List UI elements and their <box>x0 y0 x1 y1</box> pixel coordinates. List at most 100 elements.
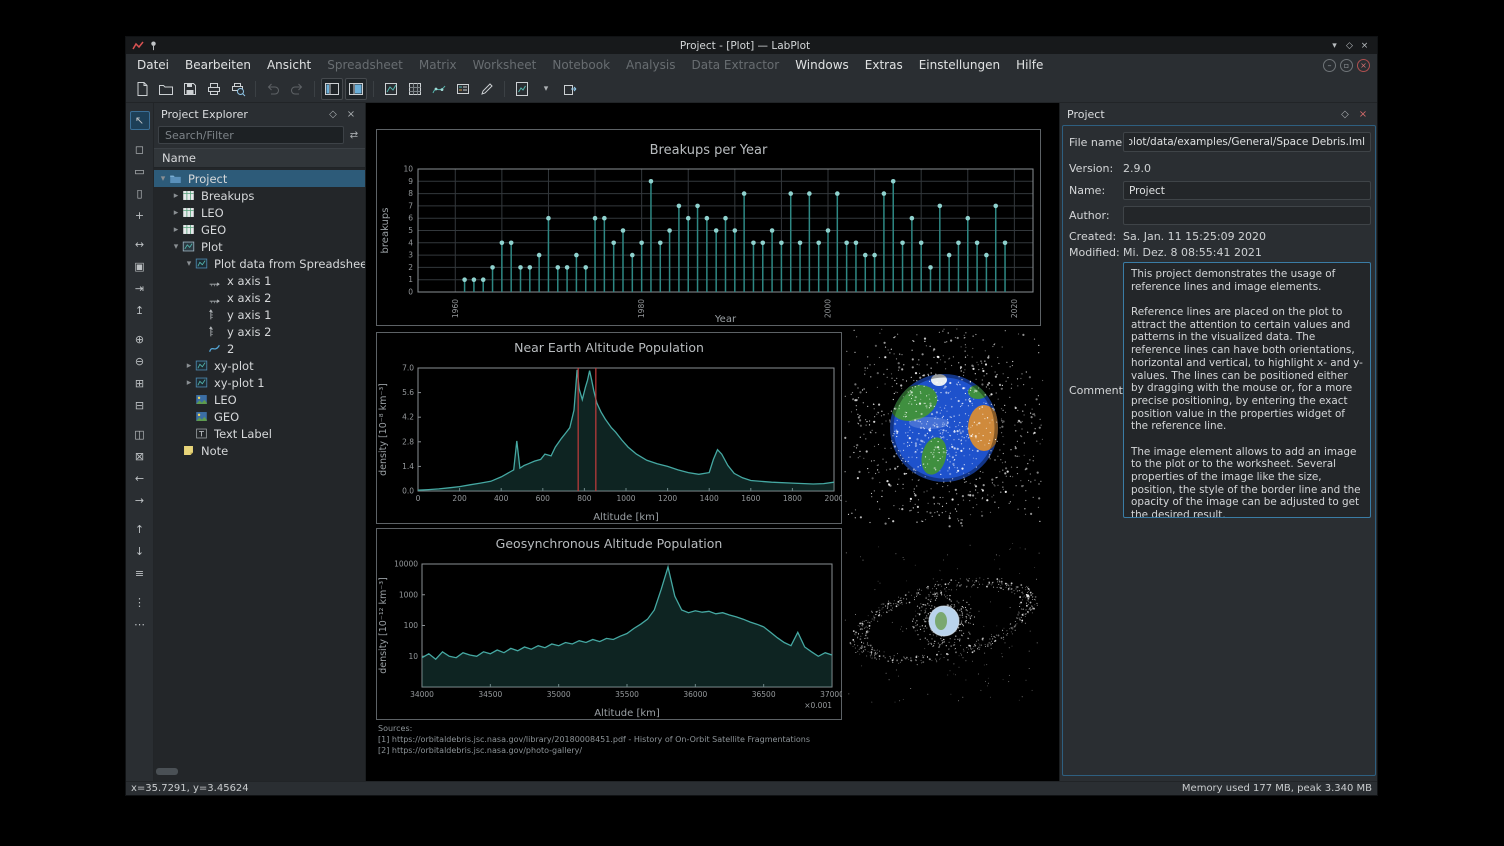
tool-zoom-out-icon[interactable]: ⊖ <box>130 352 150 371</box>
close-panel-icon[interactable]: × <box>344 107 358 121</box>
menu-item-hilfe[interactable]: Hilfe <box>1008 54 1051 76</box>
tree-item-leo[interactable]: ▸LEO <box>154 204 365 221</box>
tree-item-geo[interactable]: ▸GEO <box>154 221 365 238</box>
tool-crosshair-cursor-icon[interactable]: + <box>130 206 150 225</box>
tool-zoom-in-icon[interactable]: ⊕ <box>130 330 150 349</box>
tool-shift-up-y-icon[interactable]: ↑ <box>130 520 150 539</box>
tree-item-breakups[interactable]: ▸Breakups <box>154 187 365 204</box>
tool-shift-right-x-icon[interactable]: → <box>130 491 150 510</box>
tree-item-y-axis-1[interactable]: y axis 1 <box>154 306 365 323</box>
shade-window-icon[interactable]: ▾ <box>1327 39 1342 52</box>
comment-textarea[interactable]: This project demonstrates the usage of r… <box>1123 262 1371 518</box>
earth-geo-debris-image[interactable] <box>844 543 1044 703</box>
chart-near-earth-altitude[interactable]: Near Earth Altitude Population0200400600… <box>376 332 842 524</box>
mdi-minimize-icon[interactable]: – <box>1323 59 1336 72</box>
tool-dots-vertical-icon[interactable]: ⋮ <box>130 593 150 612</box>
tree-item-2[interactable]: 2 <box>154 340 365 357</box>
toolbar-add-cartesian-plot-icon[interactable] <box>380 78 402 100</box>
tree-item-xy-plot[interactable]: ▸xy-plot <box>154 357 365 374</box>
chart-geosynchronous-altitude[interactable]: Geosynchronous Altitude Population340003… <box>376 528 842 720</box>
earth-leo-debris-image[interactable] <box>844 328 1044 528</box>
float-panel-icon[interactable]: ◇ <box>326 107 340 121</box>
mdi-close-icon[interactable]: × <box>1357 59 1370 72</box>
tool-zoom-select-icon[interactable]: ◻ <box>130 140 150 159</box>
author-input[interactable] <box>1123 206 1371 225</box>
tool-zoom-out-y-icon[interactable]: ⊠ <box>130 447 150 466</box>
tree-item-y-axis-2[interactable]: y axis 2 <box>154 323 365 340</box>
scrollbar-thumb[interactable] <box>156 768 178 775</box>
tree-item-x-axis-1[interactable]: x axis 1 <box>154 272 365 289</box>
tool-shift-down-y-icon[interactable]: ↓ <box>130 542 150 561</box>
tree-item-plot[interactable]: ▾Plot <box>154 238 365 255</box>
tool-zoom-y-select-icon[interactable]: ▯ <box>130 184 150 203</box>
expander-open-icon[interactable]: ▾ <box>157 174 169 184</box>
worksheet-view[interactable]: Breakups per Year01234567891019601980200… <box>366 103 1059 781</box>
close-panel-icon[interactable]: × <box>1356 107 1370 121</box>
tree-item-x-axis-2[interactable]: x axis 2 <box>154 289 365 306</box>
toolbar-document-open-icon[interactable] <box>155 78 177 100</box>
tree-item-plot-data-from-spreadsheet[interactable]: ▾Plot data from Spreadsheet <box>154 255 365 272</box>
tree-item-leo[interactable]: LEO <box>154 391 365 408</box>
menu-item-extras[interactable]: Extras <box>857 54 911 76</box>
toolbar-view-split-left-icon[interactable] <box>321 78 343 100</box>
menu-item-datei[interactable]: Datei <box>129 54 177 76</box>
svg-text:4: 4 <box>408 238 413 247</box>
toolbar-draw-tool-icon[interactable] <box>476 78 498 100</box>
filter-options-icon[interactable]: ⇄ <box>347 128 361 142</box>
tool-zoom-x-select-icon[interactable]: ▭ <box>130 162 150 181</box>
toolbar-add-legend-icon[interactable] <box>452 78 474 100</box>
chart-breakups-per-year[interactable]: Breakups per Year01234567891019601980200… <box>376 129 1041 326</box>
tool-zoom-out-x-icon[interactable]: ⊟ <box>130 396 150 415</box>
tool-shift-left-x-icon[interactable]: ← <box>130 469 150 488</box>
tree-item-text-label[interactable]: Text Label <box>154 425 365 442</box>
toolbar-add-xy-curve-icon[interactable] <box>428 78 450 100</box>
mdi-restore-icon[interactable]: ▫ <box>1340 59 1353 72</box>
maximize-window-icon[interactable]: ◇ <box>1342 39 1357 52</box>
toolbar-document-save-icon[interactable] <box>179 78 201 100</box>
tree-column-header[interactable]: Name <box>154 148 365 168</box>
titlebar[interactable]: Project - [Plot] — LabPlot ▾ ◇ × <box>126 37 1377 54</box>
tool-layout-toggle-icon[interactable]: ≡ <box>130 564 150 583</box>
expander-closed-icon[interactable]: ▸ <box>170 225 182 235</box>
tree-item-xy-plot-1[interactable]: ▸xy-plot 1 <box>154 374 365 391</box>
tool-zoom-in-x-icon[interactable]: ⊞ <box>130 374 150 393</box>
toolbar-dropdown-arrow-icon[interactable]: ▾ <box>535 78 557 100</box>
expander-closed-icon[interactable]: ▸ <box>170 191 182 201</box>
menu-item-windows[interactable]: Windows <box>787 54 857 76</box>
svg-text:0: 0 <box>408 288 413 297</box>
tool-shift-horizontal-icon[interactable]: ↔ <box>130 235 150 254</box>
pin-icon[interactable] <box>147 40 160 52</box>
tree-item-project[interactable]: ▾Project <box>154 170 365 187</box>
expander-open-icon[interactable]: ▾ <box>183 259 195 269</box>
tree-item-note[interactable]: Note <box>154 442 365 459</box>
expander-closed-icon[interactable]: ▸ <box>170 208 182 218</box>
menu-item-ansicht[interactable]: Ansicht <box>259 54 319 76</box>
toolbar-print-preview-icon[interactable] <box>227 78 249 100</box>
tool-zoom-in-y-icon[interactable]: ◫ <box>130 425 150 444</box>
expander-closed-icon[interactable]: ▸ <box>183 361 195 371</box>
tool-select-icon[interactable]: ↖ <box>130 111 150 130</box>
expander-closed-icon[interactable]: ▸ <box>183 378 195 388</box>
float-panel-icon[interactable]: ◇ <box>1338 107 1352 121</box>
name-input[interactable] <box>1123 181 1371 200</box>
toolbar-add-grid-icon[interactable] <box>404 78 426 100</box>
search-input[interactable] <box>158 126 344 144</box>
tool-dots-horizontal-icon[interactable]: ⋯ <box>130 615 150 634</box>
tool-scale-auto-y-icon[interactable]: ↥ <box>130 301 150 320</box>
menu-item-bearbeiten[interactable]: Bearbeiten <box>177 54 259 76</box>
menu-item-einstellungen[interactable]: Einstellungen <box>911 54 1008 76</box>
tree-item-geo[interactable]: GEO <box>154 408 365 425</box>
toolbar-edit-redo-icon <box>286 78 308 100</box>
explorer-hscrollbar[interactable] <box>156 768 364 775</box>
tool-scale-auto-icon[interactable]: ▣ <box>130 257 150 276</box>
tool-scale-auto-x-icon[interactable]: ⇥ <box>130 279 150 298</box>
file-name-input[interactable] <box>1123 132 1371 152</box>
toolbar-new-worksheet-icon[interactable] <box>511 78 533 100</box>
svg-text:0: 0 <box>416 494 421 503</box>
toolbar-view-split-both-icon[interactable] <box>345 78 367 100</box>
expander-open-icon[interactable]: ▾ <box>170 242 182 252</box>
toolbar-document-print-icon[interactable] <box>203 78 225 100</box>
toolbar-document-new-icon[interactable] <box>131 78 153 100</box>
close-window-icon[interactable]: × <box>1357 39 1372 52</box>
toolbar-export-worksheet-icon[interactable] <box>559 78 581 100</box>
